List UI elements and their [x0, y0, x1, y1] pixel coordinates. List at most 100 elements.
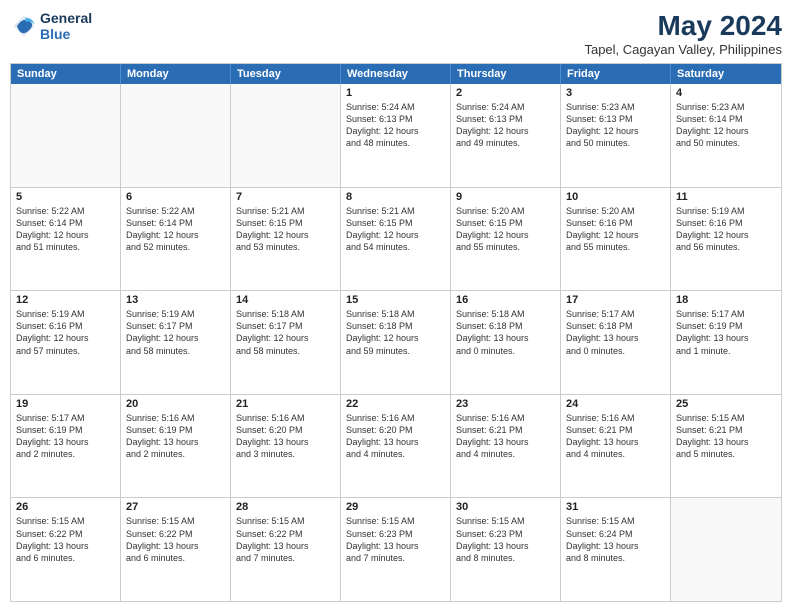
cell-info: Sunrise: 5:24 AMSunset: 6:13 PMDaylight:… [456, 101, 555, 150]
day-number: 6 [126, 191, 225, 203]
day-number: 23 [456, 398, 555, 410]
cell-info: Sunrise: 5:19 AMSunset: 6:17 PMDaylight:… [126, 308, 225, 357]
calendar-cell: 30Sunrise: 5:15 AMSunset: 6:23 PMDayligh… [451, 498, 561, 601]
calendar-cell: 25 Sunrise: 5:15 AMSunset: 6:21 PMDayligh… [671, 395, 781, 498]
day-number: 1 [346, 87, 445, 99]
cell-info: Sunrise: 5:15 AMSunset: 6:21 PMDaylight:… [676, 412, 776, 461]
calendar-cell: 16Sunrise: 5:18 AMSunset: 6:18 PMDayligh… [451, 291, 561, 394]
day-number: 25 [676, 398, 776, 410]
day-number: 27 [126, 501, 225, 513]
calendar-cell: 23 Sunrise: 5:16 AMSunset: 6:21 PMDayligh… [451, 395, 561, 498]
calendar-body: 1 Sunrise: 5:24 AMSunset: 6:13 PMDaylight… [11, 84, 781, 601]
calendar-cell: 10Sunrise: 5:20 AMSunset: 6:16 PMDayligh… [561, 188, 671, 291]
cell-info: Sunrise: 5:18 AMSunset: 6:18 PMDaylight:… [346, 308, 445, 357]
day-number: 20 [126, 398, 225, 410]
cell-info: Sunrise: 5:15 AMSunset: 6:23 PMDaylight:… [346, 515, 445, 564]
day-number: 31 [566, 501, 665, 513]
calendar-row: 12 Sunrise: 5:19 AMSunset: 6:16 PMDayligh… [11, 290, 781, 394]
logo-text: General Blue [40, 10, 92, 42]
day-number: 7 [236, 191, 335, 203]
calendar-cell: 31 Sunrise: 5:15 AMSunset: 6:24 PMDayligh… [561, 498, 671, 601]
cell-info: Sunrise: 5:15 AMSunset: 6:22 PMDaylight:… [236, 515, 335, 564]
header: General Blue May 2024 Tapel, Cagayan Val… [10, 10, 782, 57]
cell-info: Sunrise: 5:15 AMSunset: 6:22 PMDaylight:… [16, 515, 115, 564]
calendar-cell: 19 Sunrise: 5:17 AMSunset: 6:19 PMDayligh… [11, 395, 121, 498]
day-number: 11 [676, 191, 776, 203]
subtitle: Tapel, Cagayan Valley, Philippines [584, 42, 782, 57]
day-number: 13 [126, 294, 225, 306]
day-number: 9 [456, 191, 555, 203]
cell-info: Sunrise: 5:20 AMSunset: 6:15 PMDaylight:… [456, 205, 555, 254]
day-number: 21 [236, 398, 335, 410]
cell-info: Sunrise: 5:22 AMSunset: 6:14 PMDaylight:… [16, 205, 115, 254]
calendar-row: 26 Sunrise: 5:15 AMSunset: 6:22 PMDayligh… [11, 497, 781, 601]
cell-info: Sunrise: 5:23 AMSunset: 6:13 PMDaylight:… [566, 101, 665, 150]
header-friday: Friday [561, 64, 671, 84]
header-monday: Monday [121, 64, 231, 84]
day-number: 8 [346, 191, 445, 203]
day-number: 26 [16, 501, 115, 513]
calendar-row: 5Sunrise: 5:22 AMSunset: 6:14 PMDaylight… [11, 187, 781, 291]
logo-icon [10, 12, 38, 40]
logo: General Blue [10, 10, 92, 42]
day-number: 15 [346, 294, 445, 306]
cell-info: Sunrise: 5:22 AMSunset: 6:14 PMDaylight:… [126, 205, 225, 254]
day-number: 3 [566, 87, 665, 99]
day-number: 12 [16, 294, 115, 306]
title-area: May 2024 Tapel, Cagayan Valley, Philippi… [584, 10, 782, 57]
calendar-cell: 11Sunrise: 5:19 AMSunset: 6:16 PMDayligh… [671, 188, 781, 291]
calendar-cell [671, 498, 781, 601]
header-thursday: Thursday [451, 64, 561, 84]
cell-info: Sunrise: 5:16 AMSunset: 6:20 PMDaylight:… [236, 412, 335, 461]
calendar-cell: 29 Sunrise: 5:15 AMSunset: 6:23 PMDayligh… [341, 498, 451, 601]
day-number: 30 [456, 501, 555, 513]
cell-info: Sunrise: 5:21 AMSunset: 6:15 PMDaylight:… [236, 205, 335, 254]
page: General Blue May 2024 Tapel, Cagayan Val… [0, 0, 792, 612]
cell-info: Sunrise: 5:18 AMSunset: 6:18 PMDaylight:… [456, 308, 555, 357]
calendar-header: Sunday Monday Tuesday Wednesday Thursday… [11, 64, 781, 84]
day-number: 24 [566, 398, 665, 410]
day-number: 22 [346, 398, 445, 410]
calendar-cell: 2 Sunrise: 5:24 AMSunset: 6:13 PMDaylight… [451, 84, 561, 187]
calendar-cell: 22 Sunrise: 5:16 AMSunset: 6:20 PMDayligh… [341, 395, 451, 498]
cell-info: Sunrise: 5:19 AMSunset: 6:16 PMDaylight:… [16, 308, 115, 357]
calendar: Sunday Monday Tuesday Wednesday Thursday… [10, 63, 782, 602]
calendar-cell [11, 84, 121, 187]
day-number: 29 [346, 501, 445, 513]
calendar-cell [121, 84, 231, 187]
day-number: 4 [676, 87, 776, 99]
cell-info: Sunrise: 5:18 AMSunset: 6:17 PMDaylight:… [236, 308, 335, 357]
day-number: 17 [566, 294, 665, 306]
cell-info: Sunrise: 5:17 AMSunset: 6:19 PMDaylight:… [676, 308, 776, 357]
day-number: 19 [16, 398, 115, 410]
calendar-cell: 26 Sunrise: 5:15 AMSunset: 6:22 PMDayligh… [11, 498, 121, 601]
calendar-cell: 1Sunrise: 5:24 AMSunset: 6:13 PMDaylight… [341, 84, 451, 187]
cell-info: Sunrise: 5:15 AMSunset: 6:22 PMDaylight:… [126, 515, 225, 564]
calendar-cell: 28 Sunrise: 5:15 AMSunset: 6:22 PMDayligh… [231, 498, 341, 601]
day-number: 18 [676, 294, 776, 306]
calendar-cell: 7 Sunrise: 5:21 AMSunset: 6:15 PMDaylight… [231, 188, 341, 291]
cell-info: Sunrise: 5:16 AMSunset: 6:20 PMDaylight:… [346, 412, 445, 461]
calendar-cell: 6 Sunrise: 5:22 AMSunset: 6:14 PMDaylight… [121, 188, 231, 291]
calendar-cell: 17Sunrise: 5:17 AMSunset: 6:18 PMDayligh… [561, 291, 671, 394]
header-sunday: Sunday [11, 64, 121, 84]
calendar-cell: 24 Sunrise: 5:16 AMSunset: 6:21 PMDayligh… [561, 395, 671, 498]
calendar-cell: 20Sunrise: 5:16 AMSunset: 6:19 PMDayligh… [121, 395, 231, 498]
day-number: 28 [236, 501, 335, 513]
calendar-cell: 21 Sunrise: 5:16 AMSunset: 6:20 PMDayligh… [231, 395, 341, 498]
calendar-cell: 8Sunrise: 5:21 AMSunset: 6:15 PMDaylight… [341, 188, 451, 291]
calendar-cell: 14Sunrise: 5:18 AMSunset: 6:17 PMDayligh… [231, 291, 341, 394]
calendar-cell: 9 Sunrise: 5:20 AMSunset: 6:15 PMDaylight… [451, 188, 561, 291]
cell-info: Sunrise: 5:16 AMSunset: 6:21 PMDaylight:… [566, 412, 665, 461]
calendar-cell: 3 Sunrise: 5:23 AMSunset: 6:13 PMDaylight… [561, 84, 671, 187]
calendar-cell: 4 Sunrise: 5:23 AMSunset: 6:14 PMDaylight… [671, 84, 781, 187]
calendar-cell: 18 Sunrise: 5:17 AMSunset: 6:19 PMDayligh… [671, 291, 781, 394]
day-number: 2 [456, 87, 555, 99]
main-title: May 2024 [584, 10, 782, 42]
calendar-cell [231, 84, 341, 187]
calendar-cell: 27 Sunrise: 5:15 AMSunset: 6:22 PMDayligh… [121, 498, 231, 601]
cell-info: Sunrise: 5:15 AMSunset: 6:24 PMDaylight:… [566, 515, 665, 564]
cell-info: Sunrise: 5:23 AMSunset: 6:14 PMDaylight:… [676, 101, 776, 150]
cell-info: Sunrise: 5:17 AMSunset: 6:19 PMDaylight:… [16, 412, 115, 461]
cell-info: Sunrise: 5:16 AMSunset: 6:21 PMDaylight:… [456, 412, 555, 461]
